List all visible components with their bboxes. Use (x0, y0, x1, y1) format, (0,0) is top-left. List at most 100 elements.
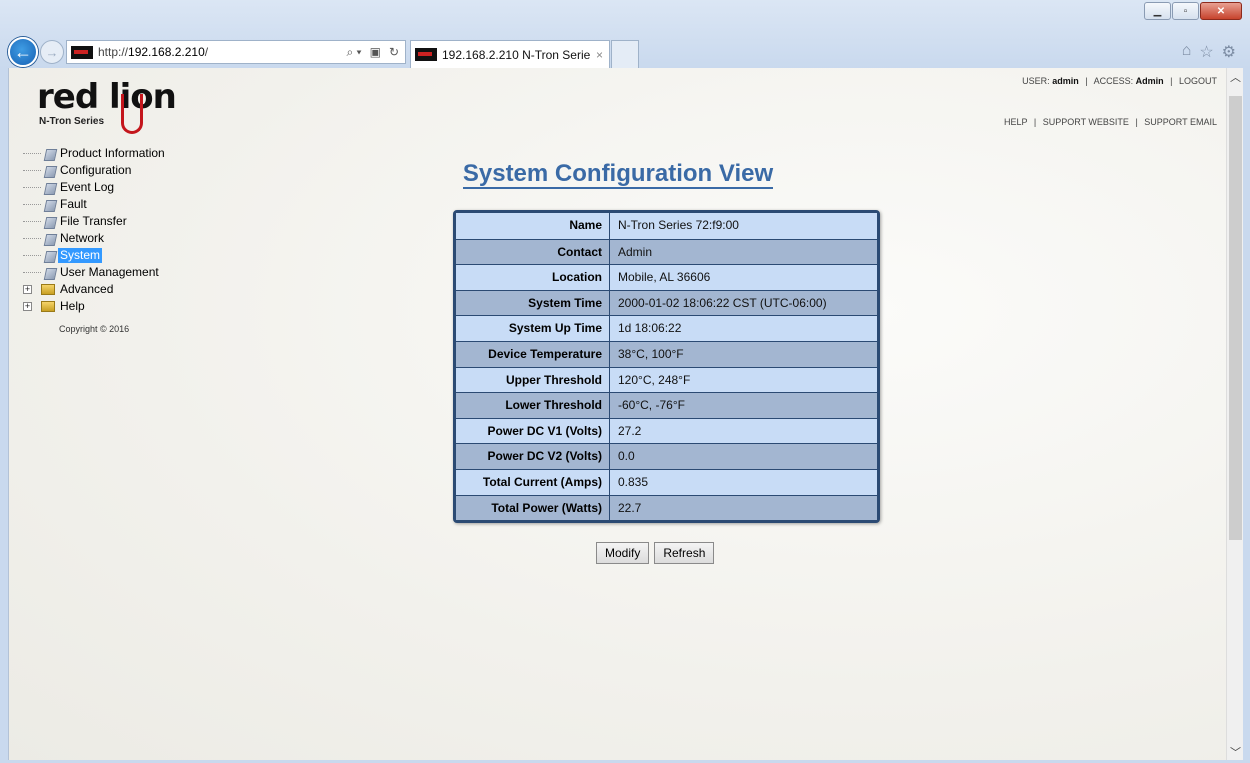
nav-item-system[interactable]: System (23, 247, 167, 264)
row-key: Device Temperature (456, 341, 610, 367)
nav-item-network[interactable]: Network (23, 230, 167, 247)
compatibility-view-icon[interactable]: ▣ (370, 45, 381, 60)
row-key: Contact (456, 239, 610, 265)
table-row: Upper Threshold 120°C, 248°F (456, 366, 877, 393)
nav-folder-label: Advanced (60, 282, 114, 296)
arrow-right-icon: → (45, 44, 59, 60)
separator: | (1135, 117, 1138, 127)
browser-tab[interactable]: 192.168.2.210 N-Tron Series... × (410, 40, 610, 68)
action-buttons: Modify Refresh (596, 542, 715, 564)
nav-item-label: Product Information (60, 146, 165, 160)
nav-item-label: Network (60, 231, 105, 245)
url-host: 192.168.2.210 (128, 45, 205, 59)
nav-folder-advanced[interactable]: + Advanced (23, 281, 167, 298)
vertical-scrollbar[interactable]: ︿ ﹀ (1226, 68, 1243, 760)
user-value: admin (1052, 76, 1079, 86)
refresh-page-icon[interactable]: ↻ (389, 45, 399, 60)
page-icon (43, 148, 57, 160)
table-row: Power DC V2 (Volts) 0.0 (456, 443, 877, 469)
logo-series: N-Tron Series (39, 116, 105, 127)
site-favicon-icon (71, 45, 93, 59)
browser-chrome: ▁ ▫ ✕ ← → http://192.168.2.210/ ⌕ ▾ ▣ ↻ … (0, 0, 1250, 68)
modify-button[interactable]: Modify (596, 542, 650, 564)
row-value: N-Tron Series 72:f9:00 (618, 218, 739, 232)
table-row: Power DC V1 (Volts) 27.2 (456, 417, 877, 444)
scroll-down-icon[interactable]: ﹀ (1227, 743, 1243, 760)
url-suffix: / (204, 45, 209, 59)
minimize-icon[interactable]: ▁ (1144, 2, 1171, 20)
row-value: Mobile, AL 36606 (618, 270, 711, 285)
table-row: System Up Time 1d 18:06:22 (456, 315, 877, 341)
row-value: 22.7 (618, 500, 642, 515)
row-value: 38°C, 100°F (618, 346, 684, 361)
row-key: Name (456, 213, 610, 239)
table-row: Lower Threshold -60°C, -76°F (456, 392, 877, 418)
separator: | (1170, 76, 1173, 86)
new-tab-button[interactable] (611, 40, 639, 68)
row-key: Total Power (Watts) (456, 495, 610, 521)
table-row: Total Current (Amps) 0.835 (456, 468, 877, 495)
separator: | (1085, 76, 1088, 86)
nav-item-label: Fault (60, 197, 87, 211)
page-title: System Configuration View (9, 160, 1227, 189)
user-label: USER: (1022, 76, 1050, 86)
table-row: Total Power (Watts) 22.7 (456, 494, 877, 521)
folder-icon (41, 301, 55, 312)
address-bar-icons: ⌕ ▾ ▣ ↻ (346, 45, 399, 60)
nav-item-label: User Management (60, 265, 159, 279)
separator: | (1033, 117, 1037, 127)
expand-icon[interactable]: + (23, 285, 32, 294)
page-title-text: System Configuration View (462, 160, 774, 189)
tab-favicon-icon (415, 48, 437, 61)
scroll-up-icon[interactable]: ︿ (1227, 68, 1243, 85)
nav-folder-help[interactable]: + Help (23, 298, 167, 315)
page-icon (43, 250, 57, 262)
row-value: 2000-01-02 18:06:22 CST (UTC-06:00) (618, 295, 827, 310)
table-row: Contact Admin (456, 238, 877, 265)
copyright: Copyright © 2016 (59, 324, 130, 334)
home-icon[interactable]: ⌂ (1182, 42, 1192, 62)
favorites-star-icon[interactable]: ☆ (1199, 42, 1213, 62)
nav-item-user-management[interactable]: User Management (23, 264, 167, 281)
page-icon (43, 267, 57, 279)
nav-item-label: System (58, 248, 103, 263)
table-row: System Time 2000-01-02 18:06:22 CST (UTC… (456, 289, 877, 316)
table-row: Name N-Tron Series 72:f9:00 (456, 213, 877, 239)
folder-icon (41, 284, 55, 295)
expand-icon[interactable]: + (23, 302, 32, 311)
nav-item-fault[interactable]: Fault (23, 196, 167, 213)
nav-item-file-transfer[interactable]: File Transfer (23, 213, 167, 230)
search-dropdown-icon[interactable]: ⌕ ▾ (346, 45, 361, 60)
row-value: 27.2 (618, 423, 642, 438)
tab-close-icon[interactable]: × (596, 48, 603, 62)
refresh-button[interactable]: Refresh (654, 542, 715, 564)
url-prefix: http:// (98, 45, 129, 59)
settings-gear-icon[interactable]: ⚙ (1222, 42, 1236, 62)
back-button[interactable]: ← (8, 37, 38, 67)
address-bar[interactable]: http://192.168.2.210/ ⌕ ▾ ▣ ↻ (66, 40, 406, 64)
arrow-left-icon: ← (14, 41, 32, 62)
row-key: Total Current (Amps) (456, 469, 610, 495)
help-link[interactable]: HELP (1004, 117, 1027, 127)
nav-item-label: File Transfer (60, 214, 127, 228)
access-label: ACCESS: (1093, 76, 1134, 86)
row-key: Power DC V1 (Volts) (456, 418, 610, 444)
row-value: 0.835 (618, 474, 649, 489)
support-website-link[interactable]: SUPPORT WEBSITE (1043, 117, 1129, 127)
row-key: Lower Threshold (456, 393, 610, 418)
row-key: System Time (456, 290, 610, 316)
user-info-bar: USER: admin | ACCESS: Admin | LOGOUT (1022, 76, 1217, 86)
close-window-icon[interactable]: ✕ (1200, 2, 1242, 20)
logout-link[interactable]: LOGOUT (1179, 76, 1217, 86)
scrollbar-thumb[interactable] (1229, 96, 1242, 540)
help-links: HELP | SUPPORT WEBSITE | SUPPORT EMAIL (1004, 117, 1217, 127)
row-value: 1d 18:06:22 (618, 321, 682, 336)
support-email-link[interactable]: SUPPORT EMAIL (1144, 117, 1217, 127)
forward-button[interactable]: → (40, 40, 64, 64)
tab-title: 192.168.2.210 N-Tron Series... (442, 47, 590, 62)
row-key: Location (456, 265, 610, 290)
page-icon (43, 216, 57, 228)
maximize-icon[interactable]: ▫ (1172, 2, 1199, 20)
row-key: Upper Threshold (456, 367, 610, 393)
table-row: Device Temperature 38°C, 100°F (456, 340, 877, 367)
